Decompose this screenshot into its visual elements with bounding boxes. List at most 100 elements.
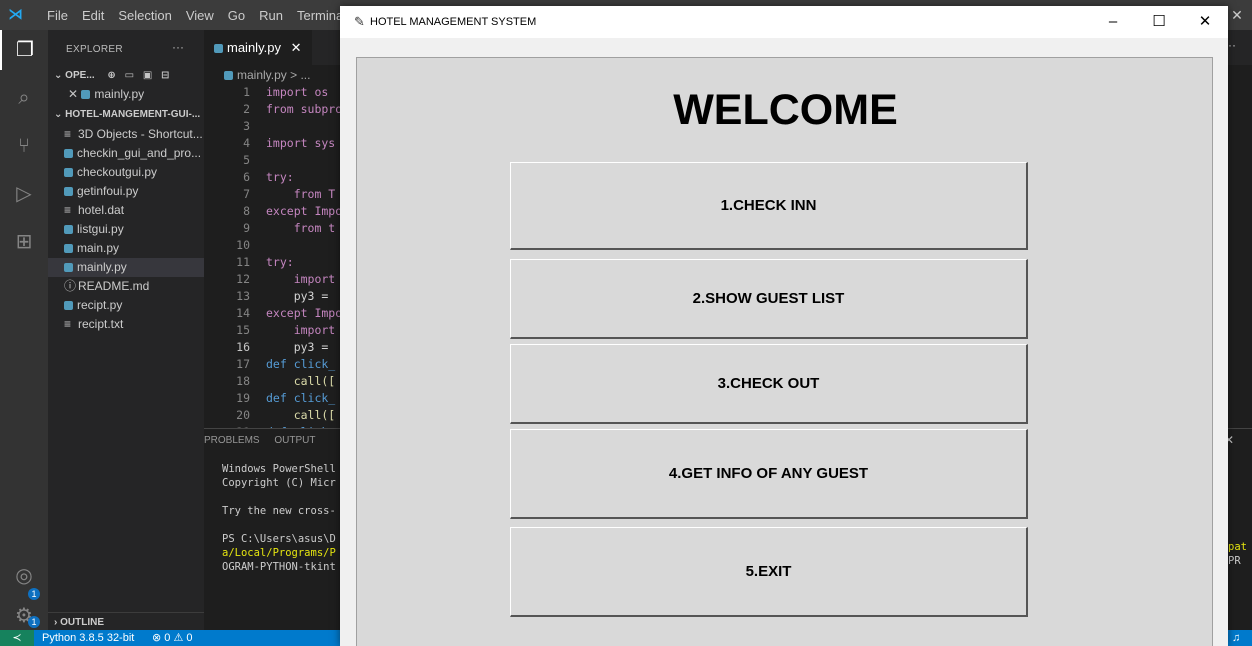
explorer-icon[interactable]: ❐ bbox=[0, 30, 48, 70]
problems-count[interactable]: ⊗ 0 ⚠ 0 bbox=[152, 630, 192, 646]
code-text: call([ bbox=[266, 374, 336, 388]
open-editors-section[interactable]: ⌄ OPE... ⊕ ▭ ▣ ⊟ bbox=[48, 66, 204, 85]
vscode-logo-icon: ⋊ bbox=[8, 6, 23, 23]
file-name: 3D Objects - Shortcut... bbox=[78, 127, 203, 141]
collapse-icon[interactable]: ⊟ bbox=[161, 70, 169, 81]
python-file-icon bbox=[81, 90, 91, 99]
tk-feather-icon: ✎ bbox=[354, 14, 365, 29]
tab-mainly-py[interactable]: mainly.py ✕ bbox=[204, 30, 312, 65]
breadcrumb[interactable]: mainly.py > ... bbox=[224, 68, 310, 82]
code-line: 18 call([ bbox=[204, 373, 344, 390]
vscode-menubar: File Edit Selection View Go Run Terminal bbox=[40, 0, 353, 30]
code-line: 20 call([ bbox=[204, 407, 344, 424]
file-name: README.md bbox=[78, 279, 150, 293]
check-out-button[interactable]: 3.CHECK OUT bbox=[510, 344, 1028, 424]
tab-close-icon[interactable]: ✕ bbox=[291, 40, 302, 55]
text-file-icon: ≡ bbox=[64, 317, 72, 331]
file-item[interactable]: checkoutgui.py bbox=[48, 163, 204, 182]
line-number: 9 bbox=[243, 221, 250, 235]
run-debug-icon[interactable]: ▷ bbox=[0, 174, 48, 214]
line-number: 5 bbox=[243, 153, 250, 167]
file-name: checkoutgui.py bbox=[77, 165, 158, 179]
file-item[interactable]: recipt.py bbox=[48, 296, 204, 315]
file-item[interactable]: ≡ hotel.dat bbox=[48, 201, 204, 220]
project-section[interactable]: ⌄ HOTEL-MANGEMENT-GUI-... bbox=[48, 105, 204, 124]
minimize-icon[interactable]: – bbox=[1090, 6, 1136, 38]
code-line: 7 from T bbox=[204, 186, 344, 203]
menu-selection[interactable]: Selection bbox=[111, 8, 178, 23]
code-line: 15 import bbox=[204, 322, 344, 339]
remote-icon[interactable]: ≺ bbox=[0, 630, 34, 646]
check-inn-button[interactable]: 1.CHECK INN bbox=[510, 162, 1028, 250]
explorer-sidebar: EXPLORER ··· ⌄ OPE... ⊕ ▭ ▣ ⊟ ✕ mainly.p… bbox=[48, 30, 204, 630]
code-line: 4 import sys bbox=[204, 135, 344, 152]
tab-problems[interactable]: PROBLEMS bbox=[204, 435, 260, 446]
menu-file[interactable]: File bbox=[40, 8, 75, 23]
search-icon[interactable]: ⌕ bbox=[0, 78, 48, 118]
code-text: import os bbox=[266, 85, 329, 99]
account-icon[interactable]: ◎ bbox=[0, 556, 48, 596]
open-editor-item[interactable]: ✕ mainly.py bbox=[48, 85, 204, 104]
code-text: import bbox=[266, 323, 336, 337]
python-file-icon bbox=[64, 263, 73, 272]
code-text: import sys bbox=[266, 136, 336, 150]
info-icon: ⓘ bbox=[64, 279, 77, 293]
code-line: 3 bbox=[204, 118, 344, 135]
menu-view[interactable]: View bbox=[179, 8, 221, 23]
more-actions-icon[interactable]: ··· bbox=[172, 40, 184, 54]
code-text: call([ bbox=[266, 408, 336, 422]
file-item[interactable]: getinfoui.py bbox=[48, 182, 204, 201]
menu-edit[interactable]: Edit bbox=[75, 8, 111, 23]
line-number: 3 bbox=[243, 119, 250, 133]
python-file-icon bbox=[224, 71, 233, 80]
terminal-line: Windows PowerShell bbox=[222, 463, 336, 475]
code-text: from t bbox=[266, 221, 336, 235]
code-line: 13 py3 = bbox=[204, 288, 344, 305]
file-name: mainly.py bbox=[77, 260, 127, 274]
code-line: 14 except Impo bbox=[204, 305, 344, 322]
line-number: 11 bbox=[236, 255, 250, 269]
menu-go[interactable]: Go bbox=[221, 8, 252, 23]
line-number: 15 bbox=[236, 323, 250, 337]
menu-run[interactable]: Run bbox=[252, 8, 290, 23]
new-file-icon[interactable]: ⊕ bbox=[107, 70, 115, 81]
file-item[interactable]: ≡ recipt.txt bbox=[48, 315, 204, 334]
new-folder-icon[interactable]: ▭ bbox=[125, 70, 134, 81]
code-text: from subpro bbox=[266, 102, 343, 116]
outline-section[interactable]: › OUTLINE bbox=[48, 612, 204, 631]
file-item[interactable]: main.py bbox=[48, 239, 204, 258]
code-text: from T bbox=[266, 187, 336, 201]
file-item[interactable]: listgui.py bbox=[48, 220, 204, 239]
file-item[interactable]: checkin_gui_and_pro... bbox=[48, 144, 204, 163]
file-name: listgui.py bbox=[77, 222, 124, 236]
get-guest-info-button[interactable]: 4.GET INFO OF ANY GUEST bbox=[510, 429, 1028, 519]
line-number: 8 bbox=[243, 204, 250, 218]
file-item[interactable]: mainly.py bbox=[48, 258, 204, 277]
close-icon[interactable]: ✕ bbox=[1182, 6, 1228, 38]
python-interpreter[interactable]: Python 3.8.5 32-bit bbox=[42, 630, 134, 646]
notifications-icon[interactable]: ♫ bbox=[1232, 630, 1240, 646]
activity-bar: ❐ ⌕ ⑂ ▷ ⊞ ◎ 1 ⚙ 1 bbox=[0, 30, 48, 630]
code-line: 11 try: bbox=[204, 254, 344, 271]
extensions-icon[interactable]: ⊞ bbox=[0, 222, 48, 262]
terminal-line: OGRAM-PYTHON-tkint bbox=[222, 561, 336, 573]
line-number: 4 bbox=[243, 136, 250, 150]
maximize-icon[interactable]: ☐ bbox=[1136, 6, 1182, 38]
source-control-icon[interactable]: ⑂ bbox=[0, 126, 48, 166]
python-file-icon bbox=[64, 168, 73, 177]
tab-output[interactable]: OUTPUT bbox=[274, 435, 315, 446]
code-text: except Impo bbox=[266, 204, 343, 218]
exit-button[interactable]: 5.EXIT bbox=[510, 527, 1028, 617]
file-item[interactable]: ≡ 3D Objects - Shortcut... bbox=[48, 125, 204, 144]
close-icon[interactable]: ✕ bbox=[68, 87, 81, 101]
file-name: main.py bbox=[77, 241, 120, 255]
save-all-icon[interactable]: ▣ bbox=[143, 70, 152, 81]
line-number: 1 bbox=[243, 85, 250, 99]
show-guest-list-button[interactable]: 2.SHOW GUEST LIST bbox=[510, 259, 1028, 339]
file-item[interactable]: ⓘ README.md bbox=[48, 277, 204, 296]
chevron-down-icon: ⌄ bbox=[54, 70, 66, 81]
python-file-icon bbox=[64, 225, 73, 234]
text-file-icon: ≡ bbox=[64, 203, 72, 217]
code-line: 5 bbox=[204, 152, 344, 169]
file-name: recipt.py bbox=[77, 298, 123, 312]
